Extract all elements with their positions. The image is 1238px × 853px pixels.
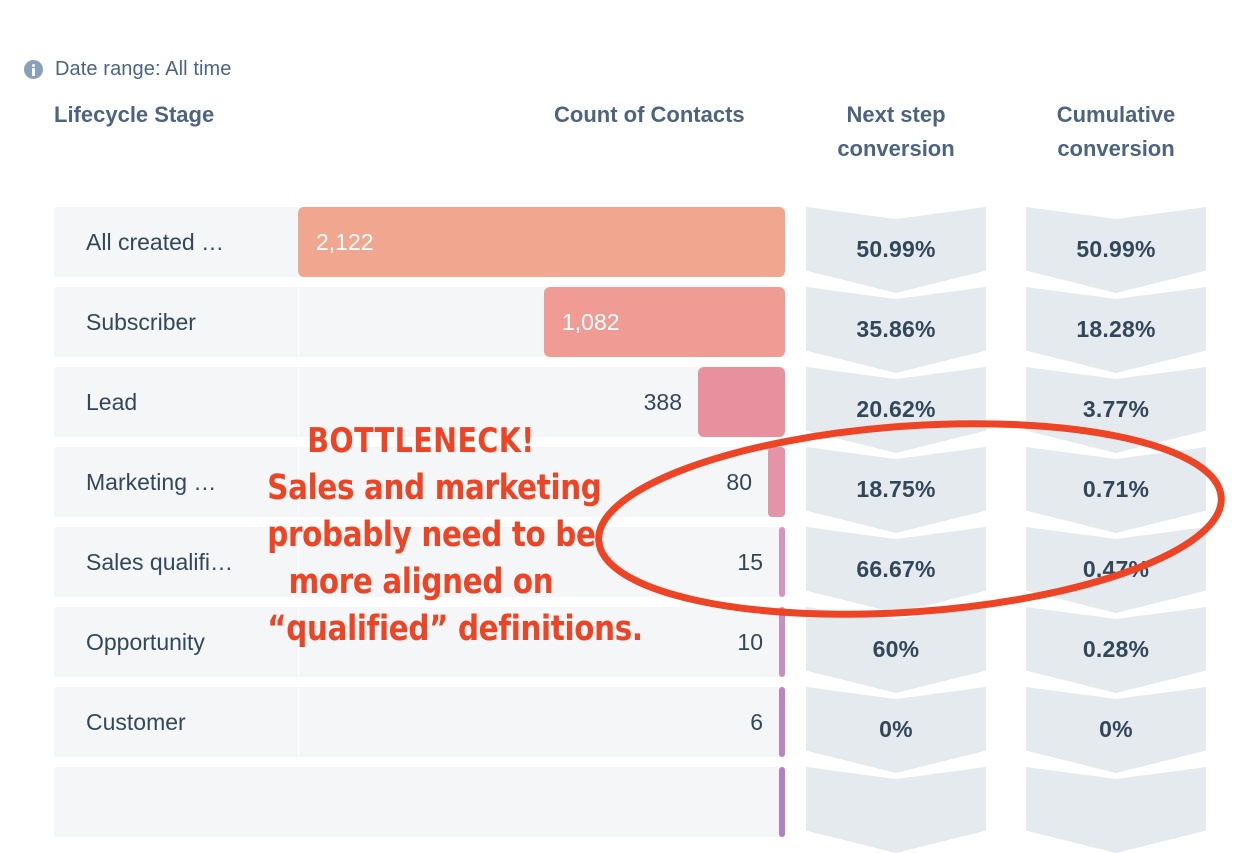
funnel-rows: All created … 2,122 50.99% 50.99% Subscriber… [0,0,1238,853]
stage-label: Subscriber [86,308,196,335]
next-step-conversion-chevron-value: 20.62% [856,395,936,422]
bar-value-label: 15 [737,548,763,575]
cumulative-conversion-chevron-value: 50.99% [1076,235,1156,262]
bar-value-label: 6 [750,708,763,735]
cumulative-conversion-chevron-value: 0.71% [1082,475,1150,502]
funnel-bar[interactable] [698,367,785,437]
next-step-conversion-chevron-value: 66.67% [856,555,936,582]
stage-label: All created … [86,228,225,255]
bar-value-label: 80 [726,468,752,495]
row-divider [298,287,299,357]
next-step-conversion-chevron-value: 0% [879,715,913,742]
cumulative-conversion-chevron-value: 0% [1099,715,1133,742]
bar-value-label: 2,122 [316,228,374,255]
next-step-conversion-chevron: 0% [806,687,986,773]
cumulative-conversion-chevron: 0.71% [1026,447,1206,533]
funnel-bar[interactable]: 1,082 [544,287,785,357]
table-row[interactable]: Customer 6 0% 0% [0,687,1238,773]
funnel-bar[interactable] [779,527,785,597]
cumulative-conversion-chevron-value: 0.28% [1082,635,1150,662]
next-step-conversion-chevron [806,767,986,853]
funnel-bar[interactable] [768,447,785,517]
next-step-conversion-chevron: 18.75% [806,447,986,533]
cumulative-conversion-chevron: 0% [1026,687,1206,773]
cumulative-conversion-chevron-value: 18.28% [1076,315,1156,342]
next-step-conversion-chevron-value: 60% [872,635,920,662]
next-step-conversion-chevron: 35.86% [806,287,986,373]
cumulative-conversion-chevron: 3.77% [1026,367,1206,453]
bar-value-label: 388 [643,388,682,415]
next-step-conversion-chevron: 60% [806,607,986,693]
bar-value-label: 10 [737,628,763,655]
bar-value-label: 1,082 [562,308,620,335]
row-background [54,767,785,837]
funnel-bar[interactable]: 2,122 [298,207,785,277]
table-row-partial[interactable] [0,767,1238,853]
table-row[interactable]: Lead 388 20.62% 3.77% [0,367,1238,453]
table-row[interactable]: Sales qualifi… 15 66.67% 0.47% [0,527,1238,613]
table-row[interactable]: All created … 2,122 50.99% 50.99% [0,207,1238,293]
cumulative-conversion-chevron: 0.47% [1026,527,1206,613]
funnel-bar[interactable] [779,607,785,677]
next-step-conversion-chevron: 66.67% [806,527,986,613]
next-step-conversion-chevron-value: 35.86% [856,315,936,342]
cumulative-conversion-chevron: 18.28% [1026,287,1206,373]
next-step-conversion-chevron-value: 18.75% [856,475,936,502]
cumulative-conversion-chevron [1026,767,1206,853]
cumulative-conversion-chevron: 50.99% [1026,207,1206,293]
table-row[interactable]: Opportunity 10 60% 0.28% [0,607,1238,693]
next-step-conversion-chevron: 20.62% [806,367,986,453]
next-step-conversion-chevron-value: 50.99% [856,235,936,262]
table-row[interactable]: Subscriber 1,082 35.86% 18.28% [0,287,1238,373]
table-row[interactable]: Marketing … 80 18.75% 0.71% [0,447,1238,533]
next-step-conversion-chevron: 50.99% [806,207,986,293]
cumulative-conversion-chevron: 0.28% [1026,607,1206,693]
funnel-bar[interactable] [779,687,785,757]
cumulative-conversion-chevron-value: 0.47% [1082,555,1150,582]
cumulative-conversion-chevron-value: 3.77% [1082,395,1150,422]
funnel-report: Date range: All time Lifecycle Stage Cou… [0,0,1238,853]
funnel-bar[interactable] [779,767,785,837]
